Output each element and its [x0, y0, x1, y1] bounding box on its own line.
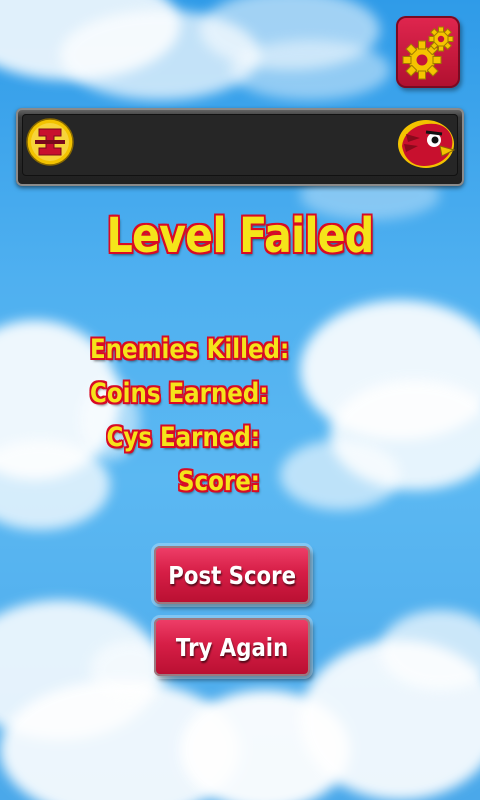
try-again-button[interactable]: Try Again	[154, 618, 310, 676]
post-score-label: Post Score	[168, 560, 296, 590]
top-status-bar	[16, 108, 464, 186]
top-bar-inner	[22, 114, 458, 176]
post-score-button[interactable]: Post Score	[154, 546, 310, 604]
enemies-killed-label: Enemies Killed:	[90, 334, 290, 365]
try-again-label: Try Again	[175, 632, 289, 662]
iowa-state-i-logo	[26, 118, 74, 166]
level-failed-title: Level Failed	[106, 208, 375, 264]
cys-earned-label: Cys Earned:	[106, 422, 261, 453]
settings-button[interactable]	[396, 16, 460, 88]
cyclone-bird-logo	[396, 116, 456, 170]
coins-earned-label: Coins Earned:	[90, 378, 269, 409]
stats-panel: Enemies Killed: Coins Earned: Cys Earned…	[60, 328, 290, 504]
score-label: Score:	[178, 466, 260, 497]
